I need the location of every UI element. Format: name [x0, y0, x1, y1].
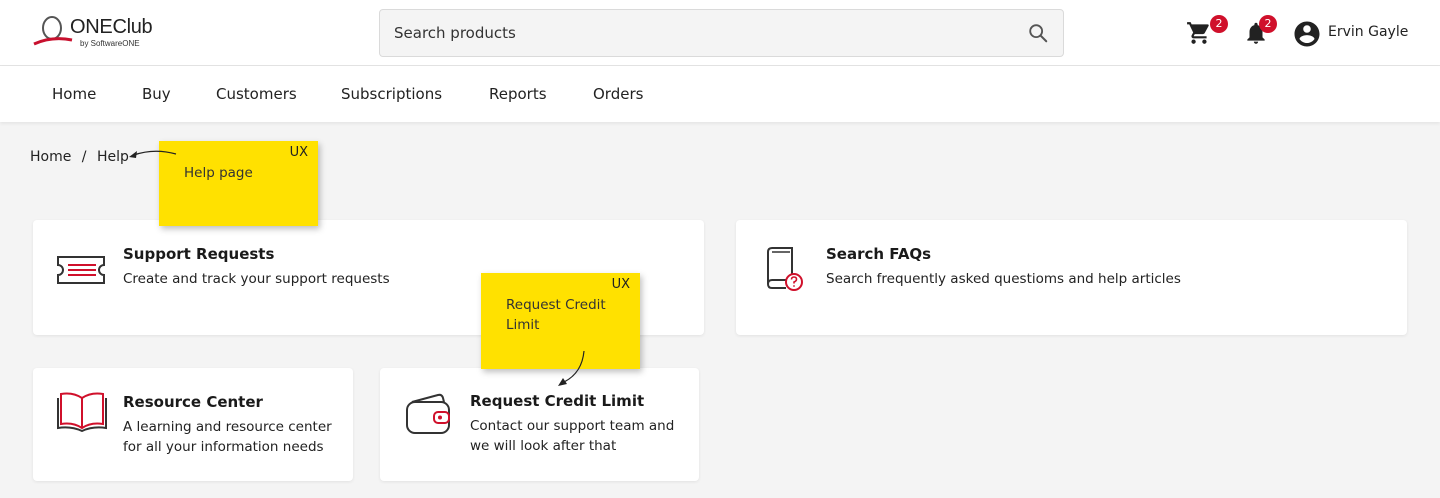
nav-item-subscriptions[interactable]: Subscriptions — [341, 85, 442, 103]
sticky-text-line: Limit — [506, 317, 540, 333]
logo-mark-icon — [33, 16, 73, 46]
sticky-note-help-page[interactable]: UX Help page — [159, 141, 318, 226]
annotation-arrow-icon — [129, 150, 177, 158]
nav-item-buy[interactable]: Buy — [142, 85, 171, 103]
user-name[interactable]: Ervin Gayle — [1328, 24, 1408, 40]
wallet-icon — [406, 393, 450, 434]
sticky-tag: UX — [611, 277, 630, 292]
sticky-text-line: Help page — [184, 165, 253, 181]
card-description: Search frequently asked questioms and he… — [826, 271, 1181, 287]
card-title: Request Credit Limit — [470, 392, 645, 410]
search-input[interactable]: Search products — [394, 24, 516, 42]
top-bar: ONEClub by SoftwareONE Search products 2… — [0, 0, 1440, 66]
user-avatar-icon[interactable] — [1292, 19, 1322, 49]
card-title: Support Requests — [123, 245, 275, 263]
card-description-line: A learning and resource center — [123, 419, 332, 435]
nav-item-orders[interactable]: Orders — [593, 85, 643, 103]
resource-center-card[interactable]: Resource Center A learning and resource … — [33, 368, 353, 481]
card-description-line: we will look after that — [470, 438, 617, 454]
sticky-tag: UX — [289, 145, 308, 160]
search-bar[interactable]: Search products — [379, 9, 1064, 57]
sticky-text: Request Credit Limit — [506, 295, 606, 335]
nav-item-home[interactable]: Home — [52, 85, 96, 103]
cart-badge: 2 — [1210, 15, 1228, 33]
logo-title: ONEClub — [70, 16, 153, 38]
card-description-line: for all your information needs — [123, 439, 324, 455]
cart-icon[interactable] — [1186, 20, 1212, 46]
card-description: A learning and resource center for all y… — [123, 417, 332, 457]
search-icon[interactable] — [1027, 22, 1049, 44]
card-description: Contact our support team and we will loo… — [470, 416, 674, 456]
sticky-text: Help page — [184, 163, 253, 183]
card-title: Resource Center — [123, 393, 263, 411]
logo-subtitle: by SoftwareONE — [80, 39, 140, 48]
breadcrumb-home[interactable]: Home — [30, 149, 71, 165]
card-description: Create and track your support requests — [123, 271, 390, 287]
nav-item-reports[interactable]: Reports — [489, 85, 547, 103]
ticket-icon — [57, 256, 105, 284]
main-nav: Home Buy Customers Subscriptions Reports… — [0, 66, 1440, 122]
breadcrumb-separator: / — [81, 149, 87, 165]
card-title: Search FAQs — [826, 245, 932, 263]
breadcrumb: Home / Help — [30, 149, 135, 165]
card-description-line: Contact our support team and — [470, 418, 675, 434]
breadcrumb-current: Help — [96, 149, 129, 165]
sticky-text-line: Request Credit — [506, 297, 606, 313]
open-book-icon — [57, 392, 107, 432]
oneclub-logo[interactable]: ONEClub by SoftwareONE — [30, 14, 160, 50]
request-credit-limit-card[interactable]: Request Credit Limit Contact our support… — [380, 368, 699, 481]
annotation-arrow-icon — [558, 350, 585, 386]
notifications-badge: 2 — [1259, 15, 1277, 33]
search-faqs-card[interactable]: Search FAQs Search frequently asked ques… — [736, 220, 1407, 335]
nav-item-customers[interactable]: Customers — [216, 85, 297, 103]
faq-book-icon — [767, 247, 803, 291]
